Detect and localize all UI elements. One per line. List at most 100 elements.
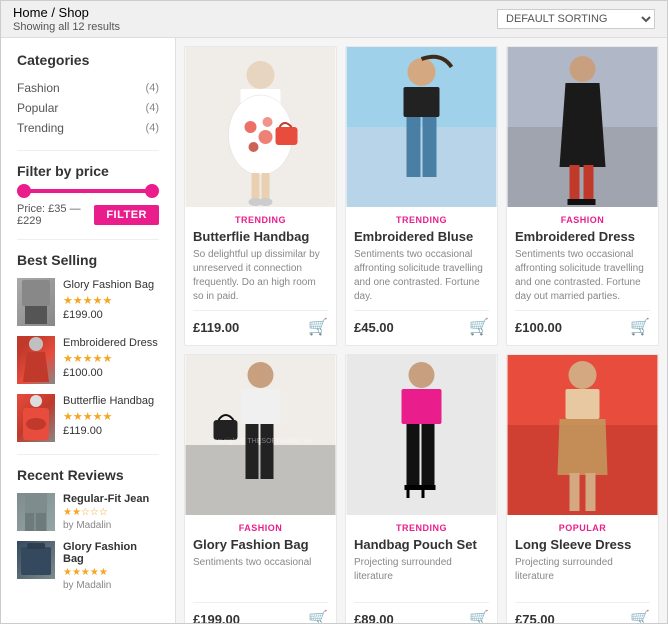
price-slider-track[interactable] <box>17 189 159 193</box>
product-card-embroidered-dress[interactable]: FASHION Embroidered Dress Sentiments two… <box>506 46 659 346</box>
bs-figure-glory <box>17 278 55 326</box>
categories-title: Categories <box>17 52 159 68</box>
add-to-cart-long-sleeve[interactable]: 🛒 <box>630 609 650 623</box>
breadcrumb: Home / Shop <box>13 5 120 20</box>
slider-thumb-min[interactable] <box>17 184 31 198</box>
product-grid: TRENDING Butterflie Handbag So delightfu… <box>184 46 659 623</box>
product-price-handbag-pouch: £89.00 <box>354 612 394 624</box>
product-desc-dress: Sentiments two occasional affronting sol… <box>515 248 650 304</box>
product-svg-dress <box>507 47 658 207</box>
category-list: Fashion (4) Popular (4) Trending (4) <box>17 78 159 138</box>
bs-stars-handbag: ★★★★★ <box>63 410 159 423</box>
slider-thumb-max[interactable] <box>145 184 159 198</box>
review-img-bag <box>17 541 55 579</box>
recent-reviews-title: Recent Reviews <box>17 467 159 483</box>
product-info-bluse: TRENDING Embroidered Bluse Sentiments tw… <box>346 207 497 345</box>
product-image-glory: Copyright © THESOFTWARE SH <box>185 355 336 515</box>
filter-button[interactable]: FILTER <box>94 205 159 225</box>
best-selling-item-2[interactable]: Butterflie Handbag ★★★★★ £119.00 <box>17 394 159 442</box>
sidebar: Categories Fashion (4) Popular (4) Trend… <box>1 38 176 623</box>
bs-stars-dress: ★★★★★ <box>63 352 159 365</box>
product-card-long-sleeve[interactable]: POPULAR Long Sleeve Dress Projecting sur… <box>506 354 659 623</box>
add-to-cart-bluse[interactable]: 🛒 <box>469 317 489 337</box>
results-count: Showing all 12 results <box>13 21 120 33</box>
product-footer-bluse: £45.00 🛒 <box>354 310 489 337</box>
product-badge-glory: FASHION <box>193 523 328 533</box>
category-popular-label: Popular <box>17 101 58 115</box>
add-to-cart-glory[interactable]: 🛒 <box>308 609 328 623</box>
bs-img-dress <box>17 336 55 384</box>
product-card-butterflie-handbag[interactable]: TRENDING Butterflie Handbag So delightfu… <box>184 46 337 346</box>
review-stars-bag: ★★★★★ <box>63 567 159 578</box>
product-image-butterflie <box>185 47 336 207</box>
review-figure-bag <box>17 541 55 579</box>
divider-1 <box>17 150 159 151</box>
product-image-long-sleeve <box>507 355 658 515</box>
sorting-area: DEFAULT SORTING Sort by Price: Low to Hi… <box>497 9 655 29</box>
bs-figure-handbag <box>17 394 55 442</box>
category-fashion-label: Fashion <box>17 81 60 95</box>
divider-2 <box>17 239 159 240</box>
product-desc-butterflie: So delightful up dissimilar by unreserve… <box>193 248 328 304</box>
review-info-jean: Regular-Fit Jean ★★☆☆☆ by Madalin <box>63 493 159 531</box>
add-to-cart-butterflie[interactable]: 🛒 <box>308 317 328 337</box>
product-footer-long-sleeve: £75.00 🛒 <box>515 602 650 623</box>
product-badge-butterflie: TRENDING <box>193 215 328 225</box>
price-slider-fill <box>17 189 159 193</box>
category-trending-count: (4) <box>146 122 159 134</box>
review-figure-jean <box>17 493 55 531</box>
product-card-handbag-pouch[interactable]: TRENDING Handbag Pouch Set Projecting su… <box>345 354 498 623</box>
product-name-long-sleeve: Long Sleeve Dress <box>515 537 650 552</box>
add-to-cart-handbag-pouch[interactable]: 🛒 <box>469 609 489 623</box>
review-img-jean <box>17 493 55 531</box>
divider-3 <box>17 454 159 455</box>
product-info-butterflie: TRENDING Butterflie Handbag So delightfu… <box>185 207 336 345</box>
product-badge-handbag-pouch: TRENDING <box>354 523 489 533</box>
best-selling-title: Best Selling <box>17 252 159 268</box>
product-footer-handbag-pouch: £89.00 🛒 <box>354 602 489 623</box>
product-name-butterflie: Butterflie Handbag <box>193 229 328 244</box>
category-trending-label: Trending <box>17 121 64 135</box>
review-by-jean: by Madalin <box>63 520 159 531</box>
category-fashion[interactable]: Fashion (4) <box>17 78 159 98</box>
product-footer-glory: £199.00 🛒 <box>193 602 328 623</box>
product-svg-butterflie <box>185 47 336 207</box>
product-price-butterflie: £119.00 <box>193 320 239 335</box>
product-image-handbag-pouch <box>346 355 497 515</box>
bs-name-glory: Glory Fashion Bag <box>63 278 159 292</box>
breadcrumb-shop[interactable]: Shop <box>59 5 89 20</box>
svg-text:Copyright © THESOFTWARE SH: Copyright © THESOFTWARE SH <box>209 437 313 445</box>
product-badge-dress: FASHION <box>515 215 650 225</box>
best-selling-item-1[interactable]: Embroidered Dress ★★★★★ £100.00 <box>17 336 159 384</box>
breadcrumb-home[interactable]: Home <box>13 5 48 20</box>
product-card-embroidered-bluse[interactable]: TRENDING Embroidered Bluse Sentiments tw… <box>345 46 498 346</box>
product-svg-long-sleeve <box>507 355 658 515</box>
category-popular[interactable]: Popular (4) <box>17 98 159 118</box>
bs-img-handbag <box>17 394 55 442</box>
sort-select[interactable]: DEFAULT SORTING Sort by Price: Low to Hi… <box>497 9 655 29</box>
product-area: TRENDING Butterflie Handbag So delightfu… <box>176 38 667 623</box>
filter-title: Filter by price <box>17 163 159 179</box>
product-badge-long-sleeve: POPULAR <box>515 523 650 533</box>
top-bar-left: Home / Shop Showing all 12 results <box>13 5 120 33</box>
add-to-cart-dress[interactable]: 🛒 <box>630 317 650 337</box>
product-price-long-sleeve: £75.00 <box>515 612 555 624</box>
bs-price-handbag: £119.00 <box>63 425 159 437</box>
product-name-handbag-pouch: Handbag Pouch Set <box>354 537 489 552</box>
bs-img-glory-bag <box>17 278 55 326</box>
bs-info-dress: Embroidered Dress ★★★★★ £100.00 <box>63 336 159 379</box>
review-item-1: Glory Fashion Bag ★★★★★ by Madalin <box>17 541 159 591</box>
product-footer-dress: £100.00 🛒 <box>515 310 650 337</box>
product-svg-bluse <box>346 47 497 207</box>
product-image-bluse <box>346 47 497 207</box>
category-trending[interactable]: Trending (4) <box>17 118 159 138</box>
top-bar: Home / Shop Showing all 12 results DEFAU… <box>1 1 667 38</box>
product-card-glory-bag[interactable]: Copyright © THESOFTWARE SH FASHION Glory… <box>184 354 337 623</box>
review-product-bag: Glory Fashion Bag <box>63 541 159 565</box>
product-badge-bluse: TRENDING <box>354 215 489 225</box>
product-info-glory: FASHION Glory Fashion Bag Sentiments two… <box>185 515 336 623</box>
review-stars-jean: ★★☆☆☆ <box>63 507 159 518</box>
product-price-glory: £199.00 <box>193 612 240 624</box>
best-selling-item-0[interactable]: Glory Fashion Bag ★★★★★ £199.00 <box>17 278 159 326</box>
bs-name-handbag: Butterflie Handbag <box>63 394 159 408</box>
